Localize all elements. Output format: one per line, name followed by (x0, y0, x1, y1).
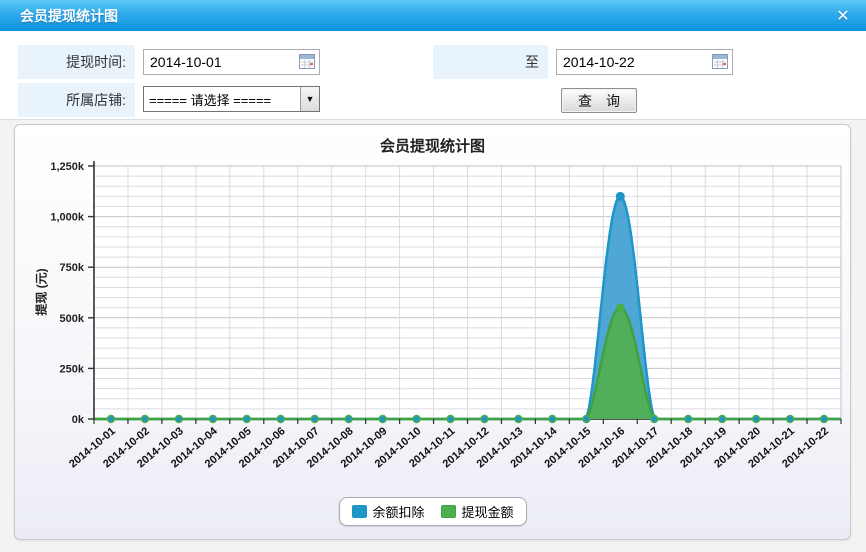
data-point[interactable] (312, 416, 317, 421)
y-tick-label: 0k (72, 414, 85, 426)
y-tick-label: 250k (60, 363, 85, 375)
data-point[interactable] (108, 416, 113, 421)
y-tick-label: 1,000k (50, 212, 85, 224)
data-point[interactable] (616, 192, 625, 201)
filter-form: 提现时间: 至 所属店铺: ===== 请选择 ===== ▼ 查 询 (0, 31, 866, 120)
data-point[interactable] (448, 416, 453, 421)
calendar-icon[interactable] (712, 54, 728, 69)
to-label: 至 (433, 45, 548, 79)
data-point[interactable] (414, 416, 419, 421)
date-from-wrap (143, 49, 320, 75)
close-icon: ✕ (836, 6, 849, 26)
y-tick-label: 1,250k (50, 161, 85, 173)
data-point[interactable] (719, 416, 724, 421)
date-to-input[interactable] (556, 49, 733, 75)
data-point[interactable] (346, 416, 351, 421)
series2-swatch-icon (441, 505, 456, 518)
data-point[interactable] (380, 416, 385, 421)
chevron-down-icon[interactable]: ▼ (300, 87, 319, 111)
data-point[interactable] (482, 416, 487, 421)
data-point[interactable] (142, 416, 147, 421)
close-button[interactable]: ✕ (832, 5, 854, 27)
shop-select-value: ===== 请选择 ===== (144, 90, 300, 109)
legend-item-series2[interactable]: 提现金额 (441, 502, 514, 521)
date-from-input[interactable] (143, 49, 320, 75)
shop-select[interactable]: ===== 请选择 ===== ▼ (143, 86, 320, 112)
data-point[interactable] (516, 416, 521, 421)
query-button[interactable]: 查 询 (561, 88, 637, 113)
data-point[interactable] (821, 416, 826, 421)
data-point[interactable] (210, 416, 215, 421)
date-to-wrap (556, 49, 733, 75)
chart-panel: 0k250k500k750k1,000k1,250k2014-10-012014… (14, 124, 851, 540)
data-point[interactable] (753, 416, 758, 421)
dialog-title: 会员提现统计图 (20, 6, 118, 26)
chart-canvas: 0k250k500k750k1,000k1,250k2014-10-012014… (15, 125, 852, 490)
data-point[interactable] (278, 416, 283, 421)
series1-swatch-icon (351, 505, 366, 518)
shop-label: 所属店铺: (18, 83, 135, 117)
y-tick-label: 500k (60, 313, 85, 325)
data-point[interactable] (244, 416, 249, 421)
chart-title: 会员提现统计图 (15, 135, 850, 156)
legend-label: 提现金额 (462, 502, 514, 521)
calendar-icon[interactable] (299, 54, 315, 69)
data-point[interactable] (652, 416, 657, 421)
data-point[interactable] (616, 303, 624, 311)
chart-legend: 余额扣除 提现金额 (338, 497, 526, 526)
legend-item-series1[interactable]: 余额扣除 (351, 502, 424, 521)
data-point[interactable] (176, 416, 181, 421)
dialog-titlebar: 会员提现统计图 ✕ (0, 0, 866, 31)
data-point[interactable] (584, 416, 589, 421)
y-axis-title: 提现 (元) (33, 268, 50, 315)
data-point[interactable] (787, 416, 792, 421)
data-point[interactable] (550, 416, 555, 421)
data-point[interactable] (686, 416, 691, 421)
withdraw-time-label: 提现时间: (18, 45, 135, 79)
legend-label: 余额扣除 (372, 502, 424, 521)
y-tick-label: 750k (60, 262, 85, 274)
